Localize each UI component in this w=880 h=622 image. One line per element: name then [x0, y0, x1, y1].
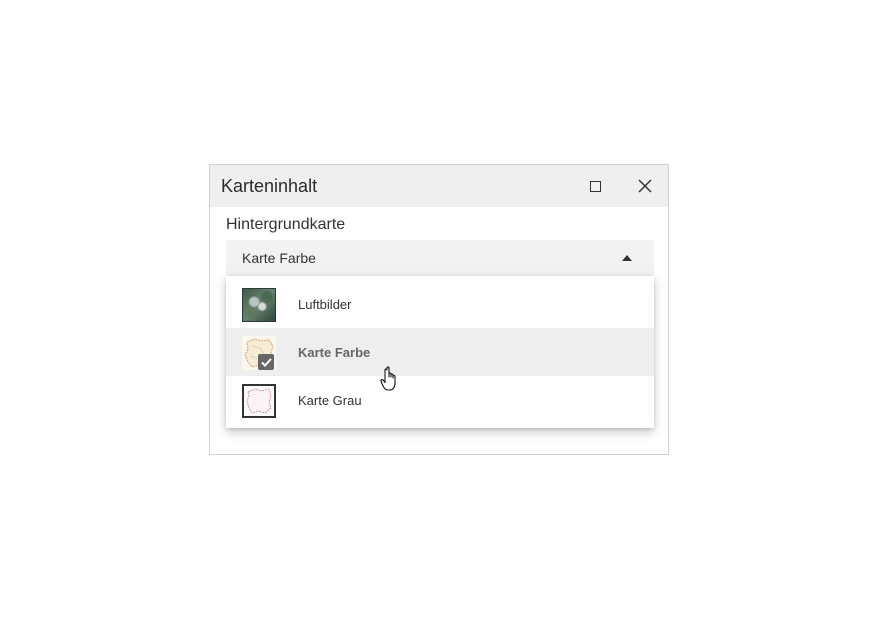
close-button[interactable] — [632, 173, 658, 199]
background-map-dropdown: Luftbilder Karte Farbe Karte Grau — [226, 276, 654, 428]
panel-header: Karteninhalt — [210, 165, 668, 207]
check-icon — [258, 354, 274, 370]
hand-pointer-icon — [380, 366, 396, 391]
aerial-photo-thumbnail — [242, 288, 276, 322]
maximize-button[interactable] — [582, 173, 608, 199]
background-map-select[interactable]: Karte Farbe — [226, 240, 654, 276]
select-value: Karte Farbe — [242, 250, 316, 266]
option-label: Luftbilder — [298, 296, 352, 312]
maximize-icon — [589, 180, 601, 192]
option-label: Karte Farbe — [298, 344, 371, 360]
panel-title: Karteninhalt — [221, 175, 318, 196]
option-karte-farbe[interactable]: Karte Farbe — [226, 328, 654, 376]
option-karte-grau[interactable]: Karte Grau — [226, 376, 654, 424]
background-map-label: Hintergrundkarte — [226, 216, 346, 233]
gray-map-thumbnail — [242, 384, 276, 418]
option-luftbilder[interactable]: Luftbilder — [226, 280, 654, 328]
option-label: Karte Grau — [298, 392, 362, 408]
close-icon — [638, 179, 652, 193]
color-map-thumbnail — [242, 336, 276, 370]
caret-up-icon — [622, 255, 632, 261]
